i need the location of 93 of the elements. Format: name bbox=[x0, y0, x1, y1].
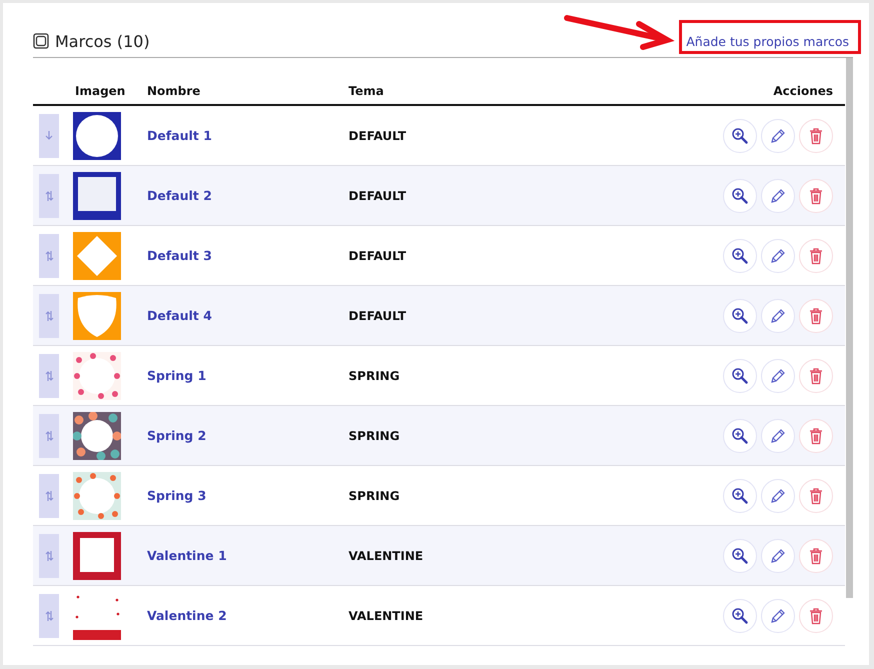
delete-button[interactable] bbox=[799, 298, 834, 332]
drag-handle[interactable] bbox=[39, 114, 59, 158]
theme-cell: VALENTINE bbox=[348, 609, 424, 623]
frame-thumbnail bbox=[73, 352, 121, 400]
zoom-button[interactable] bbox=[723, 358, 758, 392]
zoom-button[interactable] bbox=[723, 538, 758, 572]
theme-cell: SPRING bbox=[348, 369, 400, 383]
zoom-button[interactable] bbox=[723, 598, 758, 632]
pencil-icon bbox=[769, 486, 788, 504]
frame-icon bbox=[33, 33, 49, 49]
delete-button[interactable] bbox=[799, 358, 834, 392]
frame-name-link[interactable]: Default 4 bbox=[147, 308, 212, 323]
theme-cell: SPRING bbox=[348, 489, 400, 503]
add-frames-link[interactable]: Añade tus propios marcos bbox=[686, 34, 849, 48]
column-header: Tema bbox=[348, 80, 537, 105]
zoom-in-icon bbox=[731, 546, 750, 564]
edit-button[interactable] bbox=[761, 298, 796, 332]
drag-handle[interactable] bbox=[39, 174, 59, 218]
delete-button[interactable] bbox=[799, 478, 834, 512]
swap-arrows-icon bbox=[44, 190, 54, 202]
theme-cell: DEFAULT bbox=[348, 189, 406, 203]
section-title: Marcos (10) bbox=[55, 32, 150, 50]
drag-handle[interactable] bbox=[39, 534, 59, 578]
column-header: Imagen bbox=[73, 80, 147, 105]
frame-name-link[interactable]: Spring 2 bbox=[147, 428, 206, 443]
pencil-icon bbox=[769, 426, 788, 444]
zoom-button[interactable] bbox=[723, 118, 758, 152]
pencil-icon bbox=[769, 186, 788, 204]
frame-thumbnail bbox=[73, 232, 121, 280]
pencil-icon bbox=[769, 306, 788, 324]
theme-cell: VALENTINE bbox=[348, 549, 424, 563]
delete-button[interactable] bbox=[799, 538, 834, 572]
zoom-button[interactable] bbox=[723, 238, 758, 272]
frame-name-link[interactable]: Spring 1 bbox=[147, 368, 206, 383]
arrow-down-icon bbox=[45, 130, 53, 141]
edit-button[interactable] bbox=[761, 178, 796, 212]
drag-handle[interactable] bbox=[39, 474, 59, 518]
zoom-button[interactable] bbox=[723, 418, 758, 452]
drag-handle[interactable] bbox=[39, 594, 59, 638]
zoom-in-icon bbox=[731, 246, 750, 264]
theme-cell: SPRING bbox=[348, 429, 400, 443]
edit-button[interactable] bbox=[761, 538, 796, 572]
swap-arrows-icon bbox=[44, 250, 54, 262]
drag-handle[interactable] bbox=[39, 234, 59, 278]
frame-thumbnail bbox=[73, 112, 121, 160]
frame-name-link[interactable]: Default 3 bbox=[147, 248, 212, 263]
frame-name-link[interactable]: Valentine 2 bbox=[147, 608, 227, 623]
column-header: Acciones bbox=[536, 80, 846, 105]
zoom-in-icon bbox=[731, 366, 750, 384]
pencil-icon bbox=[769, 246, 788, 264]
swap-arrows-icon bbox=[44, 370, 54, 382]
drag-handle[interactable] bbox=[39, 414, 59, 458]
zoom-button[interactable] bbox=[723, 178, 758, 212]
swap-arrows-icon bbox=[44, 310, 54, 322]
zoom-button[interactable] bbox=[723, 298, 758, 332]
edit-button[interactable] bbox=[761, 238, 796, 272]
column-header: Nombre bbox=[147, 80, 349, 105]
edit-button[interactable] bbox=[761, 478, 796, 512]
pencil-icon bbox=[769, 546, 788, 564]
pencil-icon bbox=[769, 366, 788, 384]
delete-button[interactable] bbox=[799, 238, 834, 272]
frame-name-link[interactable]: Valentine 1 bbox=[147, 548, 227, 563]
zoom-in-icon bbox=[731, 606, 750, 624]
zoom-in-icon bbox=[731, 306, 750, 324]
delete-button[interactable] bbox=[799, 118, 834, 152]
zoom-in-icon bbox=[731, 126, 750, 144]
swap-arrows-icon bbox=[44, 490, 54, 502]
theme-cell: DEFAULT bbox=[348, 129, 406, 143]
edit-button[interactable] bbox=[761, 358, 796, 392]
theme-cell: DEFAULT bbox=[348, 249, 406, 263]
pencil-icon bbox=[769, 606, 788, 624]
frame-name-link[interactable]: Default 1 bbox=[147, 128, 212, 143]
delete-button[interactable] bbox=[799, 178, 834, 212]
swap-arrows-icon bbox=[44, 610, 54, 622]
zoom-in-icon bbox=[731, 486, 750, 504]
delete-button[interactable] bbox=[799, 598, 834, 632]
delete-button[interactable] bbox=[799, 418, 834, 452]
drag-handle[interactable] bbox=[39, 354, 59, 398]
scrollbar[interactable] bbox=[846, 58, 853, 598]
frame-name-link[interactable]: Spring 3 bbox=[147, 488, 206, 503]
zoom-button[interactable] bbox=[723, 478, 758, 512]
edit-button[interactable] bbox=[761, 118, 796, 152]
swap-arrows-icon bbox=[44, 430, 54, 442]
drag-handle[interactable] bbox=[39, 294, 59, 338]
pencil-icon bbox=[769, 126, 788, 144]
zoom-in-icon bbox=[731, 426, 750, 444]
frame-name-link[interactable]: Default 2 bbox=[147, 188, 212, 203]
swap-arrows-icon bbox=[44, 550, 54, 562]
zoom-in-icon bbox=[731, 186, 750, 204]
frame-thumbnail bbox=[73, 472, 121, 520]
edit-button[interactable] bbox=[761, 598, 796, 632]
edit-button[interactable] bbox=[761, 418, 796, 452]
theme-cell: DEFAULT bbox=[348, 309, 406, 323]
